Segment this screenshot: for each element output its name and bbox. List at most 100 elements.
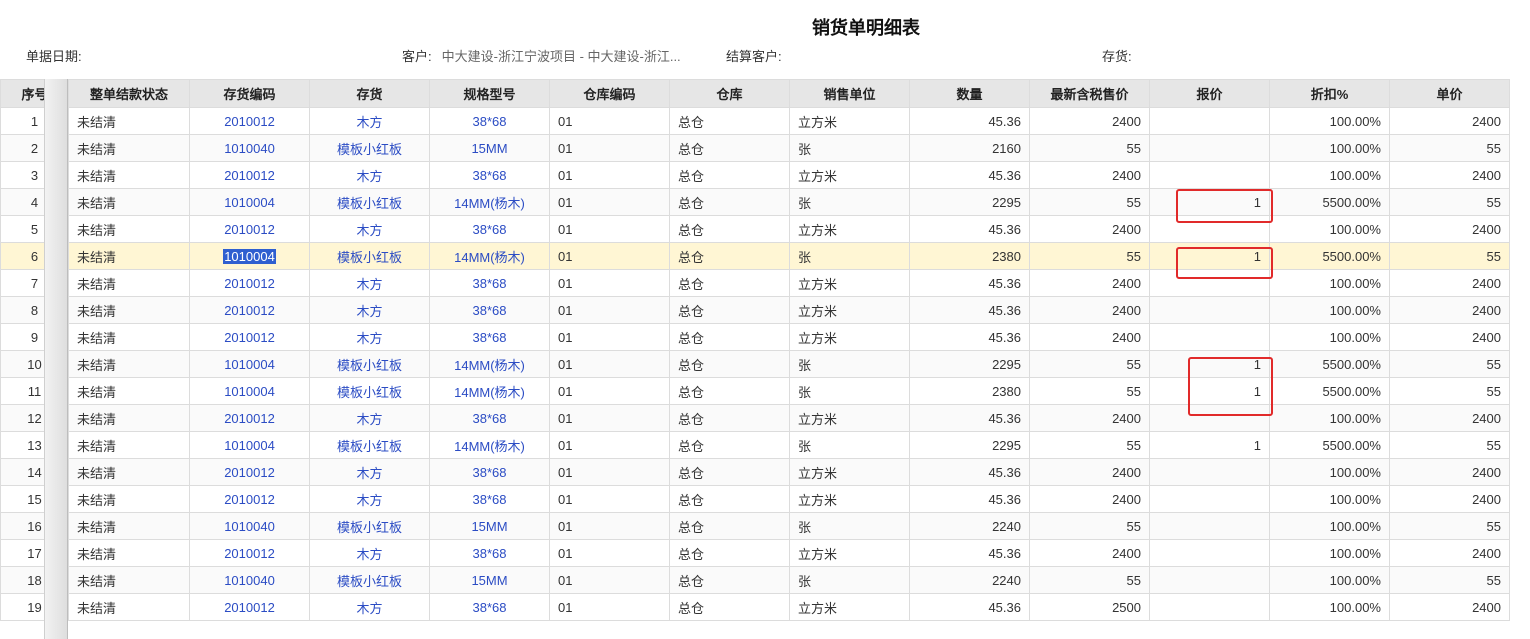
header-col-warehouse[interactable]: 仓库 <box>669 79 790 108</box>
header-col-settlement-status[interactable]: 整单结款状态 <box>68 79 190 108</box>
table-row[interactable]: 18 未结清 1010040 模板小红板 15MM 01 总仓张 2240 55 100.00% 5… <box>0 566 1510 594</box>
cell-spec[interactable]: 38*68 <box>429 296 550 324</box>
table-row[interactable]: 2 未结清 1010040 模板小红板 15MM 01 总仓张 2160 55 100.00% 55 <box>0 134 1510 162</box>
table-row[interactable]: 7 未结清 2010012 木方 38*68 01 总仓 立方米 45.36 2400 100.00… <box>0 269 1510 297</box>
cell-inventory-code[interactable]: 2010012 <box>189 593 310 621</box>
table-row[interactable]: 5 未结清 2010012 木方 38*68 01 总仓 立方米 45.36 2400 100.00… <box>0 215 1510 243</box>
cell-inventory[interactable]: 模板小红板 <box>309 566 430 594</box>
filter-date[interactable]: 单据日期: <box>26 46 82 65</box>
cell-spec[interactable]: 38*68 <box>429 107 550 135</box>
cell-spec[interactable]: 38*68 <box>429 323 550 351</box>
header-col-quote[interactable]: 报价 <box>1149 79 1270 108</box>
cell-inventory-code[interactable]: 1010040 <box>189 566 310 594</box>
cell-unit-price: 55 <box>1389 512 1510 540</box>
cell-spec[interactable]: 14MM(杨木) <box>429 350 550 378</box>
header-col-inventory[interactable]: 存货 <box>309 79 430 108</box>
cell-spec[interactable]: 15MM <box>429 512 550 540</box>
cell-spec[interactable]: 38*68 <box>429 539 550 567</box>
cell-spec[interactable]: 38*68 <box>429 404 550 432</box>
cell-inventory-code[interactable]: 1010040 <box>189 512 310 540</box>
cell-inventory-code[interactable]: 2010012 <box>189 107 310 135</box>
table-row[interactable]: 14 未结清 2010012 木方 38*68 01 总仓 立方米 45.36 2400 100.0… <box>0 458 1510 486</box>
table-row[interactable]: 1 未结清 2010012 木方 38*68 01 总仓 立方米 45.36 2400 100.00… <box>0 107 1510 135</box>
cell-spec[interactable]: 38*68 <box>429 458 550 486</box>
cell-spec[interactable]: 15MM <box>429 134 550 162</box>
cell-inventory-code[interactable]: 1010004 <box>189 188 310 216</box>
cell-latest-tax-price: 2400 <box>1029 107 1150 135</box>
cell-inventory-code[interactable]: 1010004 <box>189 431 310 459</box>
cell-inventory[interactable]: 模板小红板 <box>309 350 430 378</box>
frozen-column-splitter[interactable] <box>44 79 68 639</box>
cell-inventory[interactable]: 木方 <box>309 485 430 513</box>
table-row[interactable]: 17 未结清 2010012 木方 38*68 01 总仓 立方米 45.36 2400 100.0… <box>0 539 1510 567</box>
cell-inventory-code[interactable]: 2010012 <box>189 485 310 513</box>
header-col-discount[interactable]: 折扣% <box>1269 79 1390 108</box>
table-row[interactable]: 8 未结清 2010012 木方 38*68 01 总仓 立方米 45.36 2400 100.00… <box>0 296 1510 324</box>
cell-inventory[interactable]: 木方 <box>309 323 430 351</box>
cell-spec[interactable]: 38*68 <box>429 215 550 243</box>
cell-inventory-code[interactable]: 2010012 <box>189 269 310 297</box>
cell-spec[interactable]: 14MM(杨木) <box>429 242 550 270</box>
cell-inventory[interactable]: 木方 <box>309 404 430 432</box>
table-row[interactable]: 10 未结清 1010004 模板小红板 14MM(杨木) 01 总仓张 2295 55 1 550… <box>0 350 1510 378</box>
cell-spec[interactable]: 14MM(杨木) <box>429 188 550 216</box>
cell-inventory-code[interactable]: 2010012 <box>189 404 310 432</box>
table-row[interactable]: 3 未结清 2010012 木方 38*68 01 总仓 立方米 45.36 2400 100.00… <box>0 161 1510 189</box>
cell-inventory-code[interactable]: 2010012 <box>189 215 310 243</box>
filter-inventory[interactable]: 存货: <box>1102 46 1132 65</box>
table-row[interactable]: 16 未结清 1010040 模板小红板 15MM 01 总仓张 2240 55 100.00% 5… <box>0 512 1510 540</box>
cell-spec[interactable]: 14MM(杨木) <box>429 431 550 459</box>
cell-inventory-code[interactable]: 1010004 <box>189 377 310 405</box>
cell-sales-unit: 立方米 <box>789 485 910 513</box>
table-row[interactable]: 9 未结清 2010012 木方 38*68 01 总仓 立方米 45.36 2400 100.00… <box>0 323 1510 351</box>
cell-inventory-code[interactable]: 1010004 <box>189 242 310 270</box>
cell-inventory-code[interactable]: 2010012 <box>189 323 310 351</box>
cell-inventory[interactable]: 模板小红板 <box>309 377 430 405</box>
table-row[interactable]: 13 未结清 1010004 模板小红板 14MM(杨木) 01 总仓张 2295 55 1 550… <box>0 431 1510 459</box>
cell-inventory-code[interactable]: 2010012 <box>189 458 310 486</box>
cell-inventory-code[interactable]: 1010040 <box>189 134 310 162</box>
filter-settle-customer[interactable]: 结算客户: <box>726 46 782 65</box>
table-row[interactable]: 15 未结清 2010012 木方 38*68 01 总仓 立方米 45.36 2400 100.0… <box>0 485 1510 513</box>
cell-inventory[interactable]: 木方 <box>309 296 430 324</box>
table-row[interactable]: 12 未结清 2010012 木方 38*68 01 总仓 立方米 45.36 2400 100.0… <box>0 404 1510 432</box>
filter-customer[interactable]: 客户: 中大建设-浙江宁波项目 - 中大建设-浙江... <box>402 46 681 65</box>
cell-inventory-code[interactable]: 2010012 <box>189 161 310 189</box>
cell-inventory[interactable]: 木方 <box>309 269 430 297</box>
cell-inventory-code[interactable]: 1010004 <box>189 350 310 378</box>
table-row[interactable]: 11 未结清 1010004 模板小红板 14MM(杨木) 01 总仓张 2380 55 1 550… <box>0 377 1510 405</box>
cell-spec[interactable]: 38*68 <box>429 269 550 297</box>
table-row[interactable]: 4 未结清 1010004 模板小红板 14MM(杨木) 01 总仓张 2295 55 1 5500… <box>0 188 1510 216</box>
cell-settlement-status: 未结清 <box>68 107 190 135</box>
header-col-inventory-code[interactable]: 存货编码 <box>189 79 310 108</box>
selected-text[interactable]: 1010004 <box>223 248 276 264</box>
header-col-quantity[interactable]: 数量 <box>909 79 1030 108</box>
cell-inventory[interactable]: 模板小红板 <box>309 242 430 270</box>
cell-inventory[interactable]: 木方 <box>309 593 430 621</box>
cell-spec[interactable]: 38*68 <box>429 485 550 513</box>
header-col-spec[interactable]: 规格型号 <box>429 79 550 108</box>
cell-inventory[interactable]: 木方 <box>309 458 430 486</box>
cell-unit-price: 55 <box>1389 350 1510 378</box>
cell-inventory[interactable]: 木方 <box>309 539 430 567</box>
cell-sales-unit: 张 <box>789 188 910 216</box>
header-col-warehouse-code[interactable]: 仓库编码 <box>549 79 670 108</box>
table-row[interactable]: 6 未结清 1010004 模板小红板 14MM(杨木) 01 总仓张 2380 55 1 5500… <box>0 242 1510 270</box>
header-col-unit-price[interactable]: 单价 <box>1389 79 1510 108</box>
cell-spec[interactable]: 15MM <box>429 566 550 594</box>
table-row[interactable]: 19 未结清 2010012 木方 38*68 01 总仓 立方米 45.36 2500 100.0… <box>0 593 1510 621</box>
cell-spec[interactable]: 38*68 <box>429 593 550 621</box>
cell-inventory[interactable]: 模板小红板 <box>309 512 430 540</box>
cell-inventory[interactable]: 木方 <box>309 107 430 135</box>
cell-inventory[interactable]: 模板小红板 <box>309 431 430 459</box>
cell-inventory-code[interactable]: 2010012 <box>189 296 310 324</box>
header-col-sales-unit[interactable]: 销售单位 <box>789 79 910 108</box>
cell-spec[interactable]: 38*68 <box>429 161 550 189</box>
cell-inventory[interactable]: 模板小红板 <box>309 134 430 162</box>
cell-inventory[interactable]: 木方 <box>309 215 430 243</box>
header-col-latest-tax-price[interactable]: 最新含税售价 <box>1029 79 1150 108</box>
cell-inventory[interactable]: 模板小红板 <box>309 188 430 216</box>
cell-spec[interactable]: 14MM(杨木) <box>429 377 550 405</box>
cell-inventory[interactable]: 木方 <box>309 161 430 189</box>
cell-inventory-code[interactable]: 2010012 <box>189 539 310 567</box>
